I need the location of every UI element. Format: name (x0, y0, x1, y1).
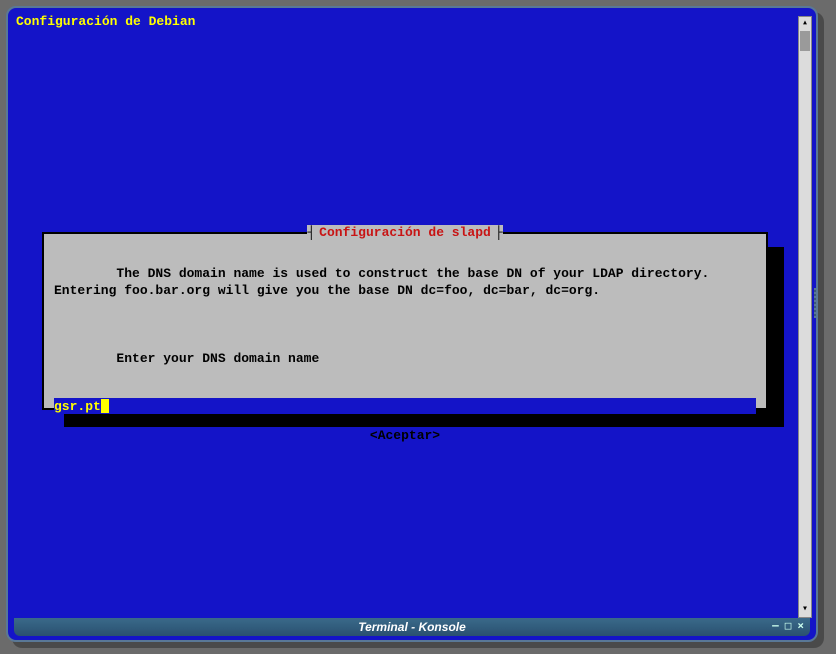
debconf-header: Configuración de Debian (16, 14, 195, 29)
dns-domain-input[interactable]: gsr.pt (54, 398, 756, 414)
konsole-window: Configuración de Debian ┤Configuración d… (6, 6, 818, 642)
terminal-viewport: Configuración de Debian ┤Configuración d… (14, 14, 798, 616)
close-button[interactable]: × (797, 619, 804, 632)
window-buttons: — □ × (772, 619, 804, 632)
slapd-config-dialog: ┤Configuración de slapd├ The DNS domain … (42, 232, 768, 410)
scroll-up-arrow-icon[interactable] (799, 17, 811, 31)
dialog-title-row: ┤Configuración de slapd├ (44, 225, 766, 240)
accept-button[interactable]: <Aceptar> (54, 428, 756, 443)
window-resize-grip-icon[interactable] (814, 288, 818, 318)
dialog-title: Configuración de slapd (315, 225, 495, 240)
scroll-thumb[interactable] (800, 31, 810, 51)
scroll-down-arrow-icon[interactable] (799, 603, 811, 617)
dialog-help-text: The DNS domain name is used to construct… (54, 248, 756, 384)
vertical-scrollbar[interactable] (798, 16, 812, 618)
maximize-button[interactable]: □ (785, 619, 792, 632)
window-titlebar[interactable]: Terminal - Konsole — □ × (14, 618, 810, 636)
text-cursor (101, 399, 109, 413)
minimize-button[interactable]: — (772, 619, 779, 632)
input-value: gsr.pt (54, 399, 101, 414)
prompt-text: Enter your DNS domain name (116, 351, 319, 366)
window-title: Terminal - Konsole (358, 620, 466, 634)
help-text-line: The DNS domain name is used to construct… (54, 266, 717, 298)
